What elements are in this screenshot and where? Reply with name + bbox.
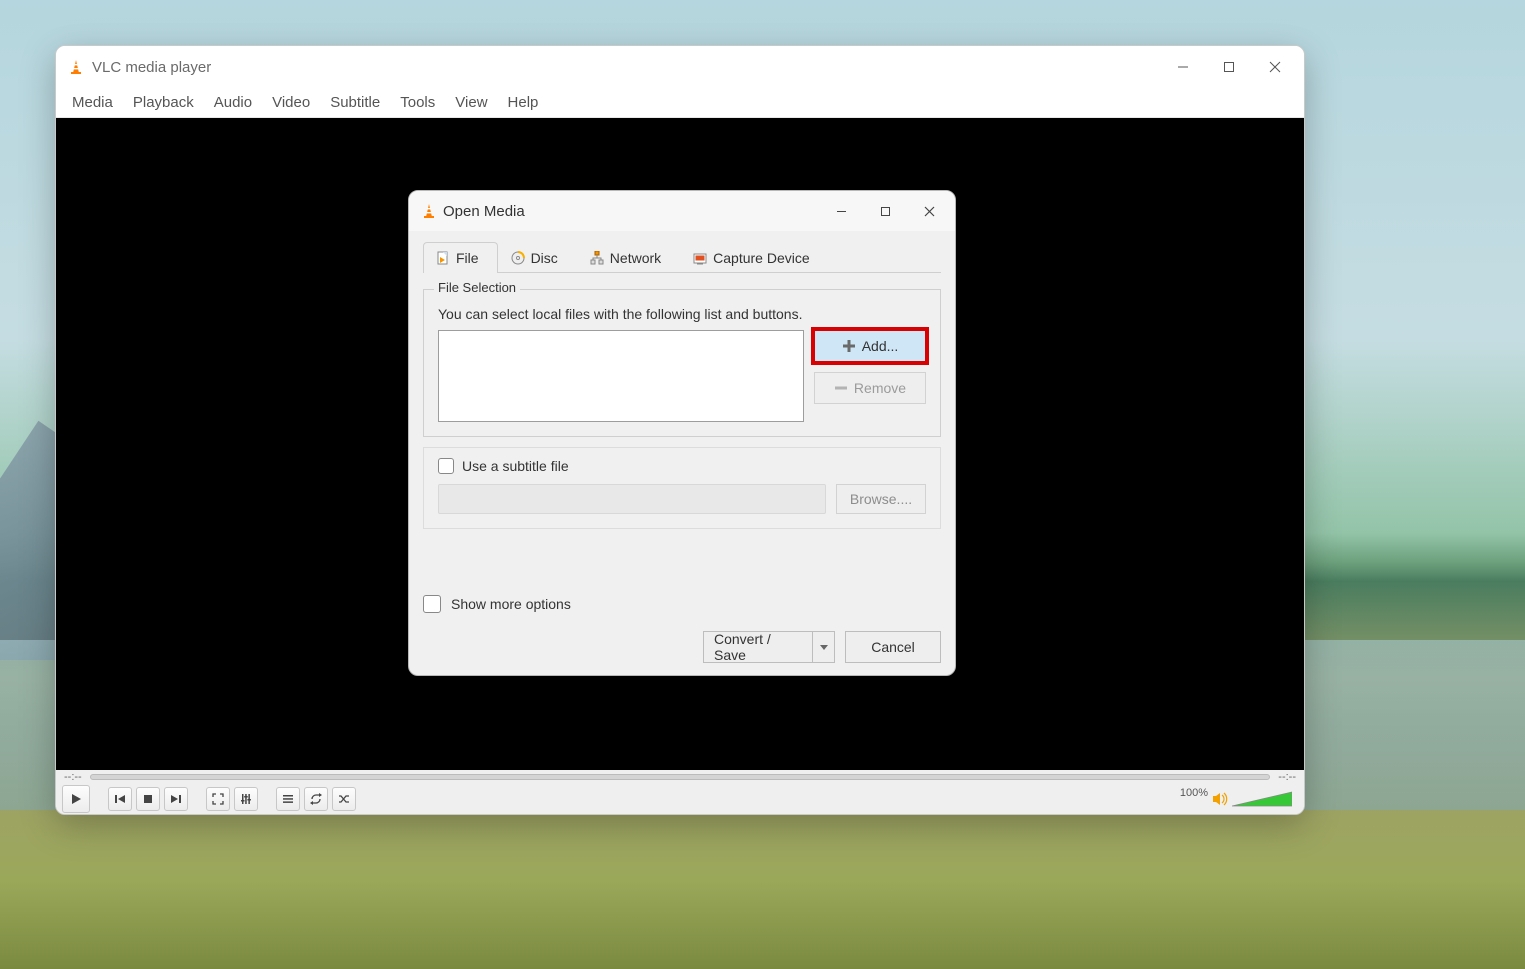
loop-button[interactable] [304, 787, 328, 811]
menu-playback[interactable]: Playback [123, 90, 204, 115]
tab-network-label: Network [610, 250, 661, 266]
show-more-options-checkbox[interactable] [423, 595, 441, 613]
playlist-button[interactable] [276, 787, 300, 811]
tab-capture-label: Capture Device [713, 250, 810, 266]
file-selection-group: File Selection You can select local file… [423, 289, 941, 437]
menu-subtitle[interactable]: Subtitle [320, 90, 390, 115]
tab-capture[interactable]: Capture Device [680, 242, 829, 273]
file-selection-legend: File Selection [434, 280, 520, 295]
fullscreen-button[interactable] [206, 787, 230, 811]
subtitle-group: Use a subtitle file Browse.... [423, 447, 941, 529]
plus-icon [842, 339, 856, 353]
dialog-minimize-button[interactable] [819, 191, 863, 231]
tab-disc[interactable]: Disc [498, 242, 577, 273]
menu-media[interactable]: Media [62, 90, 123, 115]
file-selection-hint: You can select local files with the foll… [438, 306, 926, 322]
main-window-title: VLC media player [92, 59, 211, 76]
stop-button[interactable] [136, 787, 160, 811]
next-button[interactable] [164, 787, 188, 811]
volume-label: 100% [1180, 787, 1208, 799]
menu-view[interactable]: View [445, 90, 497, 115]
use-subtitle-checkbox[interactable] [438, 458, 454, 474]
capture-icon [693, 251, 707, 265]
dialog-titlebar[interactable]: Open Media [409, 191, 955, 231]
cancel-button[interactable]: Cancel [845, 631, 941, 663]
add-button-label: Add... [862, 338, 899, 354]
use-subtitle-label: Use a subtitle file [462, 458, 569, 474]
remove-button[interactable]: Remove [814, 372, 926, 404]
file-list[interactable] [438, 330, 804, 422]
show-more-options-label: Show more options [451, 596, 571, 612]
browse-button: Browse.... [836, 484, 926, 514]
chevron-down-icon [819, 642, 829, 652]
convert-save-splitbutton[interactable]: Convert / Save [703, 631, 835, 663]
vlc-cone-icon [421, 203, 437, 219]
dialog-title: Open Media [443, 203, 525, 220]
extended-settings-button[interactable] [234, 787, 258, 811]
previous-button[interactable] [108, 787, 132, 811]
menu-tools[interactable]: Tools [390, 90, 445, 115]
convert-save-button[interactable]: Convert / Save [703, 631, 813, 663]
open-media-dialog: Open Media File Disc Network Capture Dev… [408, 190, 956, 676]
add-button-highlight: Add... [814, 330, 926, 362]
tab-file-label: File [456, 250, 479, 266]
play-button[interactable] [62, 785, 90, 813]
subtitle-path-field [438, 484, 826, 514]
dialog-maximize-button[interactable] [863, 191, 907, 231]
disc-icon [511, 251, 525, 265]
seek-slider[interactable] [90, 774, 1271, 780]
network-icon [590, 251, 604, 265]
time-remaining[interactable]: --:-- [1278, 771, 1296, 783]
dialog-tabs: File Disc Network Capture Device [423, 241, 941, 273]
add-button[interactable]: Add... [814, 330, 926, 362]
vlc-cone-icon [68, 59, 84, 75]
menu-video[interactable]: Video [262, 90, 320, 115]
close-button[interactable] [1252, 46, 1298, 88]
bottom-controls: --:-- --:-- 100% [56, 770, 1304, 814]
minimize-button[interactable] [1160, 46, 1206, 88]
volume-slider[interactable] [1232, 790, 1292, 808]
main-titlebar[interactable]: VLC media player [56, 46, 1304, 88]
menu-help[interactable]: Help [498, 90, 549, 115]
main-menubar: Media Playback Audio Video Subtitle Tool… [56, 88, 1304, 118]
tab-network[interactable]: Network [577, 242, 680, 273]
convert-save-dropdown[interactable] [813, 631, 835, 663]
remove-button-label: Remove [854, 380, 906, 396]
time-elapsed[interactable]: --:-- [64, 771, 82, 783]
tab-disc-label: Disc [531, 250, 558, 266]
shuffle-button[interactable] [332, 787, 356, 811]
minus-icon [834, 381, 848, 395]
file-icon [436, 251, 450, 265]
speaker-icon[interactable] [1212, 791, 1228, 807]
tab-file[interactable]: File [423, 242, 498, 273]
dialog-close-button[interactable] [907, 191, 951, 231]
menu-audio[interactable]: Audio [204, 90, 262, 115]
maximize-button[interactable] [1206, 46, 1252, 88]
